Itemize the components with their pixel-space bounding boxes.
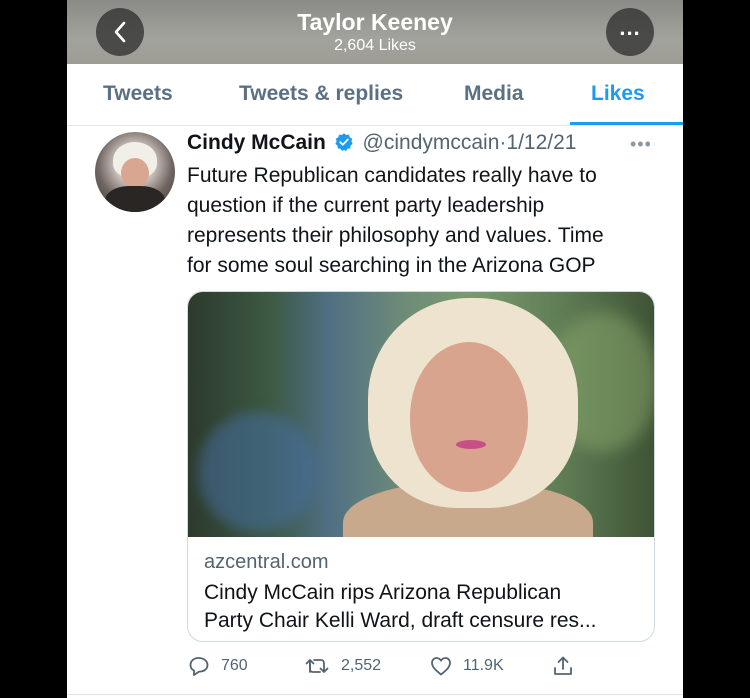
avatar[interactable] bbox=[95, 132, 175, 212]
tweet-more-icon[interactable]: ••• bbox=[630, 134, 652, 155]
reply-count: 760 bbox=[221, 657, 248, 674]
tweet-header: Cindy McCain @cindymccain·1/12/21 bbox=[187, 131, 657, 159]
like-count: 11.9K bbox=[463, 657, 504, 674]
share-icon bbox=[554, 656, 572, 675]
more-icon: ... bbox=[619, 15, 641, 40]
retweet-button[interactable]: 2,552 bbox=[305, 654, 381, 678]
more-button[interactable]: ... bbox=[606, 8, 654, 56]
tweet-date[interactable]: 1/12/21 bbox=[506, 131, 576, 154]
author-handle[interactable]: @cindymccain bbox=[363, 131, 500, 154]
profile-likes-screen: Taylor Keeney 2,604 Likes ... Tweets Twe… bbox=[67, 0, 683, 698]
reply-button[interactable]: 760 bbox=[187, 654, 248, 678]
card-image bbox=[188, 292, 654, 537]
card-domain: azcentral.com bbox=[204, 551, 329, 573]
like-icon bbox=[431, 657, 451, 676]
share-button[interactable] bbox=[551, 654, 575, 678]
reply-icon bbox=[189, 657, 209, 676]
link-card[interactable]: azcentral.com Cindy McCain rips Arizona … bbox=[187, 291, 655, 642]
retweet-count: 2,552 bbox=[341, 657, 382, 674]
likes-count: 2,604 Likes bbox=[334, 37, 416, 54]
profile-header: Taylor Keeney 2,604 Likes ... bbox=[67, 0, 683, 64]
tweet-actions: 760 2,552 11.9K bbox=[187, 654, 667, 684]
verified-icon bbox=[335, 133, 353, 151]
tweet-text: Future Republican candidates really have… bbox=[187, 164, 604, 277]
card-title: Cindy McCain rips Arizona Republican Par… bbox=[204, 581, 597, 632]
author-name[interactable]: Cindy McCain bbox=[187, 131, 326, 154]
like-button[interactable]: 11.9K bbox=[429, 654, 504, 678]
profile-tabs: Tweets Tweets & replies Media Likes bbox=[67, 64, 683, 126]
retweet-icon bbox=[305, 659, 329, 673]
divider bbox=[67, 694, 683, 695]
tab-tweets[interactable]: Tweets bbox=[103, 82, 173, 106]
active-tab-indicator bbox=[570, 122, 683, 125]
profile-name: Taylor Keeney bbox=[297, 9, 453, 35]
tab-tweets-replies[interactable]: Tweets & replies bbox=[239, 82, 403, 106]
tab-media[interactable]: Media bbox=[464, 82, 524, 106]
tab-likes[interactable]: Likes bbox=[591, 82, 645, 106]
